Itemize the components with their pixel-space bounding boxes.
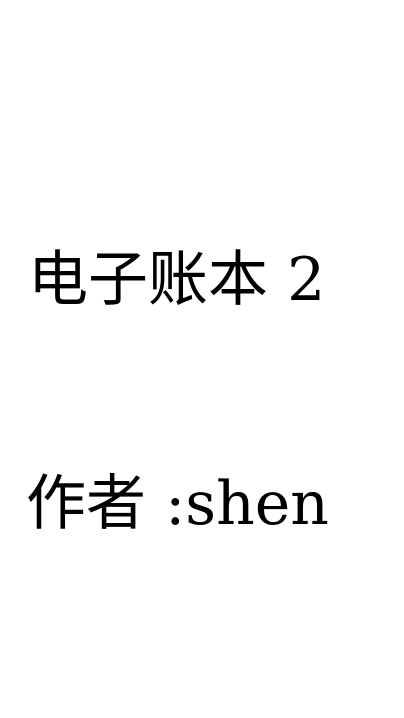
document-page: 电子账本 2 作者 :shen <box>0 0 404 718</box>
author-line: 作者 :shen <box>26 469 329 539</box>
document-title: 电子账本 2 <box>28 245 326 315</box>
